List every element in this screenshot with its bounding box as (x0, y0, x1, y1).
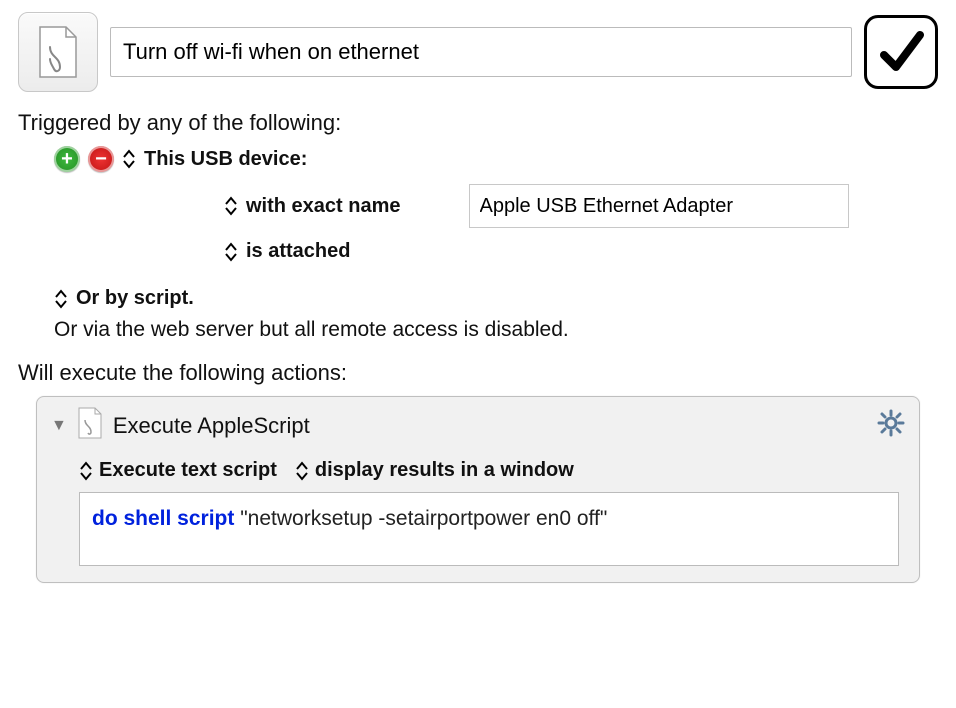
match-mode-stepper[interactable] (224, 196, 238, 216)
macro-name-input[interactable] (110, 27, 852, 77)
results-mode-selector[interactable]: display results in a window (295, 459, 574, 482)
triggers-section-label: Triggered by any of the following: (18, 110, 938, 136)
action-settings-gear-icon[interactable] (877, 409, 905, 443)
trigger-type-stepper[interactable] (122, 149, 136, 169)
match-mode-label: with exact name (246, 195, 401, 218)
results-mode-label: display results in a window (315, 459, 574, 482)
device-name-input[interactable] (469, 184, 849, 228)
script-mode-selector[interactable]: Execute text script (79, 459, 277, 482)
state-stepper[interactable] (224, 242, 238, 262)
action-title: Execute AppleScript (113, 413, 310, 439)
actions-section-label: Will execute the following actions: (18, 360, 938, 386)
script-argument: "networksetup -setairportpower en0 off" (240, 507, 607, 530)
script-text-area[interactable]: do shell script "networksetup -setairpor… (79, 492, 899, 566)
applescript-document-icon (77, 407, 103, 445)
enabled-toggle[interactable] (864, 15, 938, 89)
action-card: ▼ Execute AppleScript (36, 396, 920, 583)
remove-trigger-button[interactable]: − (88, 146, 114, 172)
script-mode-label: Execute text script (99, 459, 277, 482)
add-trigger-button[interactable]: + (54, 146, 80, 172)
or-script-label: Or by script. (76, 287, 194, 310)
state-label: is attached (246, 240, 350, 263)
trigger-type-label: This USB device: (144, 148, 307, 171)
or-script-stepper[interactable] (54, 289, 68, 309)
macro-document-icon[interactable] (18, 12, 98, 92)
script-keyword: do shell script (92, 507, 234, 530)
disclosure-triangle-icon[interactable]: ▼ (51, 417, 67, 435)
remote-access-note: Or via the web server but all remote acc… (54, 318, 938, 342)
